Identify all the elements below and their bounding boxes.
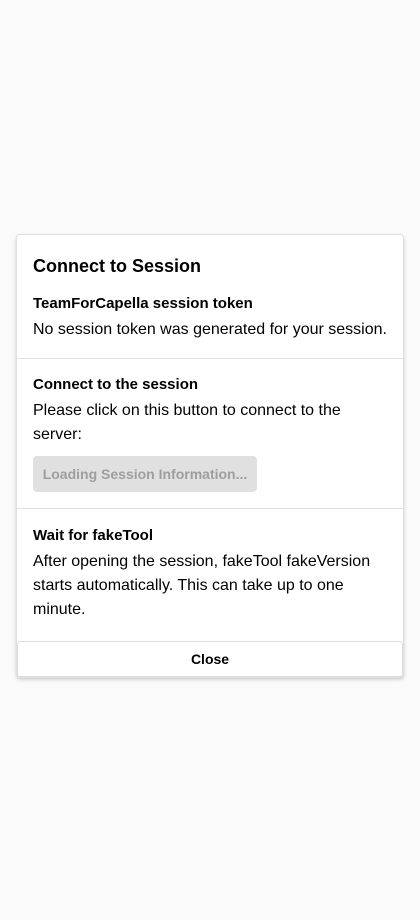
connect-heading: Connect to the session xyxy=(33,376,199,393)
connect-loading-button[interactable]: Loading Session Information... xyxy=(33,456,257,492)
wait-section: Wait for fakeTool After opening the sess… xyxy=(17,509,403,641)
connect-session-dialog: Connect to Session TeamForCapella sessio… xyxy=(16,234,404,678)
session-token-heading: TeamForCapella session token xyxy=(33,295,253,312)
wait-text: After opening the session, fakeTool fake… xyxy=(33,553,371,618)
connect-text: Please click on this button to connect t… xyxy=(33,402,341,443)
session-token-section: TeamForCapella session token No session … xyxy=(17,278,403,359)
wait-heading: Wait for fakeTool xyxy=(33,527,153,544)
dialog-title: Connect to Session xyxy=(33,256,202,276)
close-button[interactable]: Close xyxy=(17,641,403,677)
connect-section: Connect to the session Please click on t… xyxy=(17,359,403,509)
session-token-text: No session token was generated for your … xyxy=(33,321,387,338)
